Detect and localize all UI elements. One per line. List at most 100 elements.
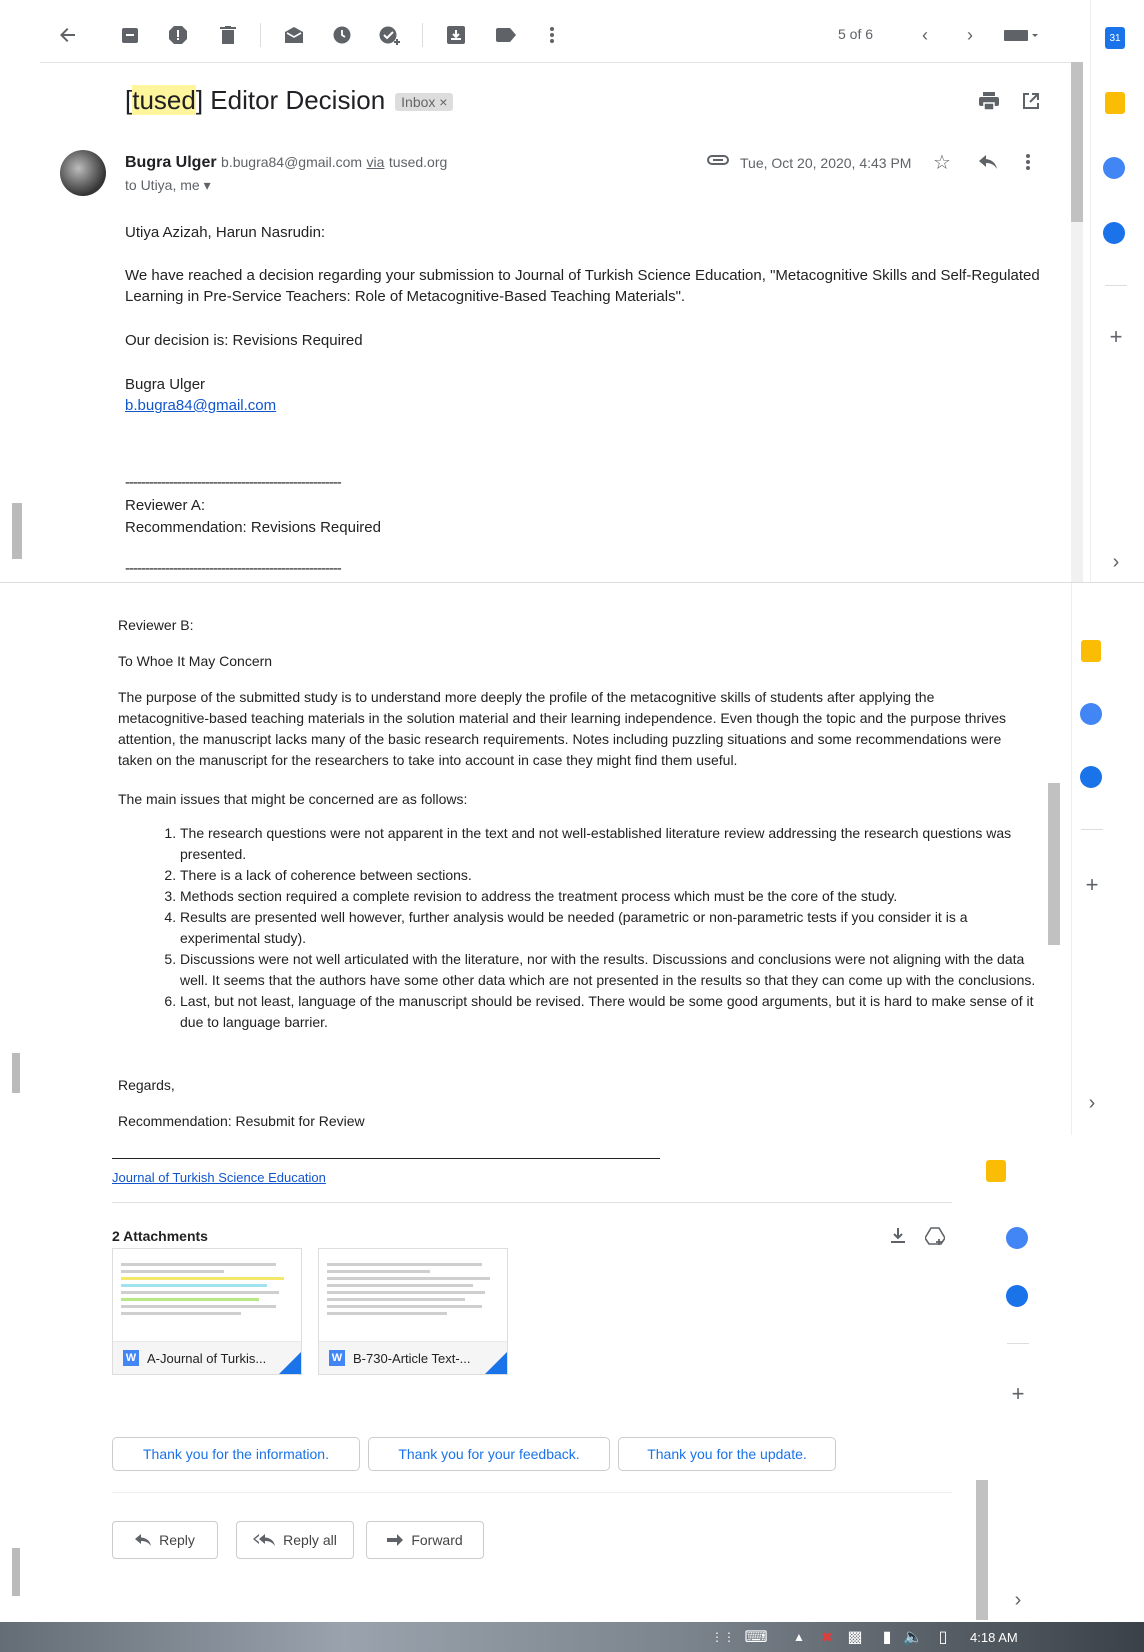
side-panel-border xyxy=(1071,583,1072,1135)
left-edge-scroll-fragment xyxy=(12,503,22,559)
tasks-icon[interactable] xyxy=(1006,1227,1028,1249)
older-chevron-right-icon[interactable]: › xyxy=(956,21,984,49)
keep-icon[interactable] xyxy=(1105,92,1125,114)
attachment-card[interactable]: W A-Journal of Turkis... xyxy=(112,1248,302,1375)
label-icon[interactable] xyxy=(492,21,520,49)
keep-icon[interactable] xyxy=(986,1160,1006,1182)
preview-line xyxy=(327,1270,431,1273)
concern-line: To Whoe It May Concern xyxy=(118,653,273,669)
forward-icon xyxy=(387,1534,404,1546)
os-taskbar: ⋮⋮ ⌨ ▲ ✖ ▩ ▮ 🔈 ▯ 4:18 AM xyxy=(0,1622,1144,1652)
archive-icon[interactable] xyxy=(116,21,144,49)
keyboard-icon[interactable]: ⌨ xyxy=(744,1628,768,1646)
tasks-icon[interactable] xyxy=(1103,157,1125,179)
attachment-card[interactable]: W B-730-Article Text-... xyxy=(318,1248,508,1375)
purpose-paragraph: The purpose of the submitted study is to… xyxy=(118,689,1007,768)
battery-warning-icon[interactable]: ✖ xyxy=(818,1628,836,1646)
reply-arrow-icon[interactable] xyxy=(976,150,1000,174)
recipients-dropdown-icon[interactable]: ▾ xyxy=(204,177,211,193)
preview-line xyxy=(327,1312,448,1315)
contacts-icon[interactable] xyxy=(1080,766,1102,788)
network-icon[interactable]: ▩ xyxy=(846,1628,864,1646)
sender-line: Bugra Ulger b.bugra84@gmail.com via tuse… xyxy=(125,154,447,172)
add-addon-icon[interactable]: + xyxy=(1104,324,1128,349)
smart-reply-chip[interactable]: Thank you for the information. xyxy=(112,1437,360,1471)
preview-line xyxy=(327,1305,482,1308)
signer-email-link[interactable]: b.bugra84@gmail.com xyxy=(125,395,276,416)
preview-line xyxy=(121,1284,268,1287)
report-spam-icon[interactable] xyxy=(164,21,192,49)
scrollbar-thumb[interactable] xyxy=(1048,783,1060,945)
smart-reply-chip[interactable]: Thank you for the update. xyxy=(618,1437,836,1471)
add-addon-icon[interactable]: + xyxy=(1006,1381,1030,1406)
scrollbar-thumb[interactable] xyxy=(976,1480,988,1620)
issues-list: The research questions were not apparent… xyxy=(160,823,1040,1033)
sender-name[interactable]: Bugra Ulger xyxy=(125,154,217,171)
expand-panel-chevron-icon[interactable]: › xyxy=(1082,1092,1102,1114)
volume-icon[interactable]: 🔈 xyxy=(903,1628,923,1646)
input-indicator-icon[interactable]: ⋮⋮ xyxy=(711,1628,735,1646)
separator-line: ----------------------------------------… xyxy=(125,560,342,577)
smart-reply-chip[interactable]: Thank you for your feedback. xyxy=(368,1437,610,1471)
newer-chevron-left-icon[interactable]: ‹ xyxy=(911,21,939,49)
download-all-icon[interactable] xyxy=(888,1226,908,1246)
star-icon[interactable]: ☆ xyxy=(930,150,954,174)
open-new-window-icon[interactable] xyxy=(1020,90,1042,112)
reply-icon xyxy=(135,1534,152,1546)
add-addon-icon[interactable]: + xyxy=(1080,872,1104,897)
contacts-icon[interactable] xyxy=(1006,1285,1028,1307)
separator-line: ----------------------------------------… xyxy=(125,474,342,491)
contacts-icon[interactable] xyxy=(1103,222,1125,244)
header-divider xyxy=(40,62,1080,63)
add-task-icon[interactable] xyxy=(376,21,404,49)
keep-icon[interactable] xyxy=(1081,640,1101,662)
side-panel-divider xyxy=(1105,285,1127,286)
save-to-drive-icon[interactable] xyxy=(924,1226,946,1246)
print-icon[interactable] xyxy=(978,90,1000,112)
calendar-icon[interactable]: 31 xyxy=(1105,27,1125,49)
journal-link[interactable]: Journal of Turkish Science Education xyxy=(112,1170,326,1185)
reviewer-b-section: Reviewer B: To Whoe It May Concern The p… xyxy=(0,582,1144,1135)
reply-all-button[interactable]: Reply all xyxy=(236,1521,354,1559)
left-edge-scroll-fragment xyxy=(12,1548,20,1596)
signal-icon[interactable]: ▮ xyxy=(878,1628,896,1646)
email-date: Tue, Oct 20, 2020, 4:43 PM xyxy=(740,155,912,171)
issue-item: Results are presented well however, furt… xyxy=(180,907,1040,949)
sender-avatar[interactable] xyxy=(60,150,106,196)
reply-all-label: Reply all xyxy=(283,1532,337,1548)
reviewer-b-heading: Reviewer B: xyxy=(118,617,194,633)
expand-panel-chevron-icon[interactable]: › xyxy=(1008,1589,1028,1611)
move-to-icon[interactable] xyxy=(442,21,470,49)
input-tools-keyboard-icon[interactable] xyxy=(1000,21,1044,49)
taskbar-clock[interactable]: 4:18 AM xyxy=(970,1630,1018,1645)
show-hidden-icons-icon[interactable]: ▲ xyxy=(790,1628,808,1646)
reviewer-a-heading: Reviewer A: xyxy=(125,497,206,514)
preview-line xyxy=(121,1270,225,1273)
reply-button[interactable]: Reply xyxy=(112,1521,218,1559)
expand-panel-chevron-icon[interactable]: › xyxy=(1106,551,1126,573)
more-vert-icon[interactable] xyxy=(538,21,566,49)
file-corner-icon xyxy=(279,1352,301,1374)
reply-all-icon xyxy=(253,1534,276,1546)
issue-item: Methods section required a complete revi… xyxy=(180,886,1040,907)
inbox-label-text: Inbox xyxy=(401,94,436,111)
attachments-title: 2 Attachments xyxy=(112,1228,208,1244)
scrollbar-thumb[interactable] xyxy=(1071,62,1083,222)
issue-item: Discussions were not well articulated wi… xyxy=(180,949,1040,991)
delete-icon[interactable] xyxy=(214,21,242,49)
signer-name: Bugra Ulger xyxy=(125,376,206,393)
mark-unread-icon[interactable] xyxy=(280,21,308,49)
via-text[interactable]: via xyxy=(367,154,385,170)
side-panel-divider xyxy=(1007,1343,1029,1344)
forward-button[interactable]: Forward xyxy=(366,1521,484,1559)
reviewer-b-recommendation: Recommendation: Resubmit for Review xyxy=(118,1113,365,1129)
toolbar-divider xyxy=(422,23,423,47)
word-doc-icon: W xyxy=(123,1350,139,1366)
back-arrow-icon[interactable] xyxy=(54,21,82,49)
inbox-label-chip[interactable]: Inbox × xyxy=(395,93,454,112)
snooze-clock-icon[interactable] xyxy=(328,21,356,49)
tasks-icon[interactable] xyxy=(1080,703,1102,725)
battery-icon[interactable]: ▯ xyxy=(936,1628,950,1646)
recipients-line[interactable]: to Utiya, me ▾ xyxy=(125,177,211,194)
message-more-icon[interactable] xyxy=(1018,150,1038,174)
